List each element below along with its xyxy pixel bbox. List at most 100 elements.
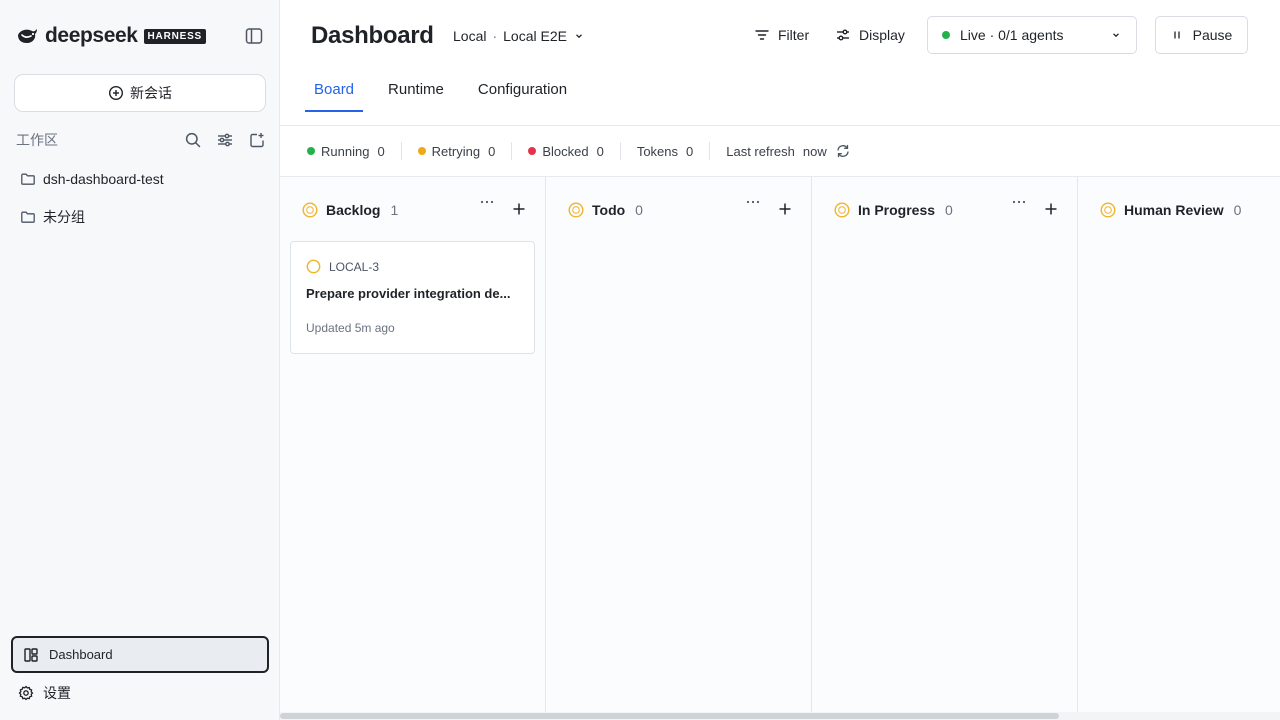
nav-settings-label: 设置	[43, 685, 71, 701]
scrollbar-thumb[interactable]	[280, 713, 1059, 719]
card-id: LOCAL-3	[329, 259, 380, 274]
stat-tokens-value: 0	[686, 143, 694, 159]
brand[interactable]: deepseek HARNESS	[16, 24, 207, 48]
column-header: Todo 0	[568, 201, 643, 219]
chevron-down-icon	[1110, 29, 1122, 41]
stat-retrying-label: Retrying	[431, 143, 481, 159]
stat-blocked-label: Blocked	[542, 143, 589, 159]
stat-retrying-value: 0	[488, 143, 496, 159]
sidebar: deepseek HARNESS 新会话 工作区 dsh-dashboard-t…	[0, 0, 280, 720]
column-backlog: Backlog 1 LOCAL-3 Prepare provider integ…	[280, 177, 546, 712]
filter-label: Filter	[778, 27, 810, 43]
new-chat-label: 新会话	[130, 85, 172, 101]
stat-blocked-value: 0	[596, 143, 604, 159]
stat-tokens: Tokens 0	[636, 142, 711, 160]
nav-dashboard[interactable]: Dashboard	[11, 636, 269, 673]
stat-running: Running 0	[307, 142, 402, 160]
stat-last-refresh-value: now	[802, 143, 827, 159]
brand-badge: HARNESS	[143, 28, 207, 44]
sliders-icon[interactable]	[216, 131, 234, 149]
header-actions: Filter Display Live · 0/1 agents Pause	[280, 16, 1280, 54]
filter-button[interactable]: Filter	[754, 16, 809, 54]
gear-icon	[18, 685, 34, 701]
brand-name: deepseek	[45, 24, 138, 47]
column-count: 1	[390, 202, 399, 218]
column-todo: Todo 0	[546, 177, 812, 712]
stat-retrying: Retrying 0	[417, 142, 513, 160]
main-content: Dashboard Local · Local E2E Filter Displ…	[280, 0, 1280, 720]
display-button[interactable]: Display	[835, 16, 905, 54]
workspace-header: 工作区	[16, 130, 266, 150]
search-icon[interactable]	[184, 131, 202, 149]
layout-icon	[23, 647, 39, 663]
running-dot	[307, 147, 315, 155]
view-tabs: Board Runtime Configuration	[305, 78, 592, 112]
ellipsis-icon[interactable]	[479, 197, 495, 215]
column-count: 0	[1233, 202, 1242, 218]
folder-label: 未分组	[43, 209, 85, 225]
refresh-icon[interactable]	[835, 143, 851, 159]
card-title: Prepare provider integration de...	[306, 286, 511, 301]
plus-icon[interactable]	[1043, 201, 1059, 217]
column-header: Human Review 0	[1100, 201, 1241, 219]
column-title: In Progress	[858, 202, 936, 218]
board-horizontal-scrollbar[interactable]	[280, 712, 1280, 720]
column-header: Backlog 1	[302, 201, 398, 219]
stat-last-refresh: Last refresh now	[726, 142, 827, 160]
blocked-dot	[528, 147, 537, 155]
ellipsis-icon[interactable]	[745, 197, 761, 215]
nav-dashboard-label: Dashboard	[49, 647, 113, 662]
stat-running-value: 0	[377, 143, 385, 159]
pause-label: Pause	[1192, 27, 1233, 43]
new-chat-button[interactable]: 新会话	[14, 74, 266, 112]
column-count: 0	[945, 202, 953, 218]
status-ring-icon	[306, 259, 321, 274]
live-agents-select[interactable]: Live · 0/1 agents	[927, 16, 1137, 54]
plus-icon[interactable]	[511, 201, 527, 217]
nav-settings[interactable]: 设置	[18, 683, 71, 703]
status-ring-icon	[834, 202, 850, 218]
tab-runtime[interactable]: Runtime	[379, 78, 453, 112]
folder-icon	[20, 171, 36, 187]
sidebar-toggle-icon[interactable]	[244, 26, 264, 46]
folder-icon	[20, 209, 36, 225]
ellipsis-icon[interactable]	[1011, 197, 1027, 215]
column-human-review: Human Review 0	[1078, 177, 1280, 712]
stat-last-refresh-label: Last refresh	[726, 143, 795, 159]
status-ring-icon	[1100, 202, 1116, 218]
sliders-icon	[835, 27, 851, 43]
folder-plus-icon[interactable]	[248, 131, 266, 149]
folder-label: dsh-dashboard-test	[43, 171, 164, 187]
pause-icon	[1171, 29, 1183, 41]
folder-item[interactable]: dsh-dashboard-test	[20, 169, 164, 189]
column-header: In Progress 0	[834, 201, 953, 219]
whale-logo-icon	[16, 26, 40, 46]
column-count: 0	[635, 202, 643, 218]
plus-circle-icon	[108, 85, 124, 101]
plus-icon[interactable]	[777, 201, 793, 217]
stat-blocked: Blocked 0	[528, 142, 621, 160]
card-id-row: LOCAL-3	[306, 259, 519, 274]
pause-button[interactable]: Pause	[1155, 16, 1248, 54]
card-updated: Updated 5m ago	[306, 321, 395, 335]
status-ring-icon	[302, 202, 318, 218]
filter-icon	[754, 27, 770, 43]
workspace-label: 工作区	[16, 132, 58, 148]
stat-running-label: Running	[321, 143, 370, 159]
tab-configuration[interactable]: Configuration	[469, 78, 576, 112]
stat-tokens-label: Tokens	[636, 143, 679, 159]
live-select-value: Live · 0/1 agents	[960, 27, 1064, 43]
issue-card[interactable]: LOCAL-3 Prepare provider integration de.…	[290, 241, 535, 354]
folder-item[interactable]: 未分组	[20, 207, 85, 227]
live-status-dot	[942, 31, 950, 39]
kanban-board: Backlog 1 LOCAL-3 Prepare provider integ…	[280, 177, 1280, 712]
column-title: Backlog	[326, 202, 381, 218]
column-in-progress: In Progress 0	[812, 177, 1078, 712]
column-title: Human Review	[1124, 202, 1224, 218]
retrying-dot	[417, 147, 426, 155]
status-ring-icon	[568, 202, 584, 218]
tabs-divider	[280, 125, 1280, 126]
stats-bar: Running 0 Retrying 0 Blocked 0 Tokens 0 …	[307, 141, 851, 161]
display-label: Display	[859, 27, 905, 43]
tab-board[interactable]: Board	[305, 78, 364, 112]
